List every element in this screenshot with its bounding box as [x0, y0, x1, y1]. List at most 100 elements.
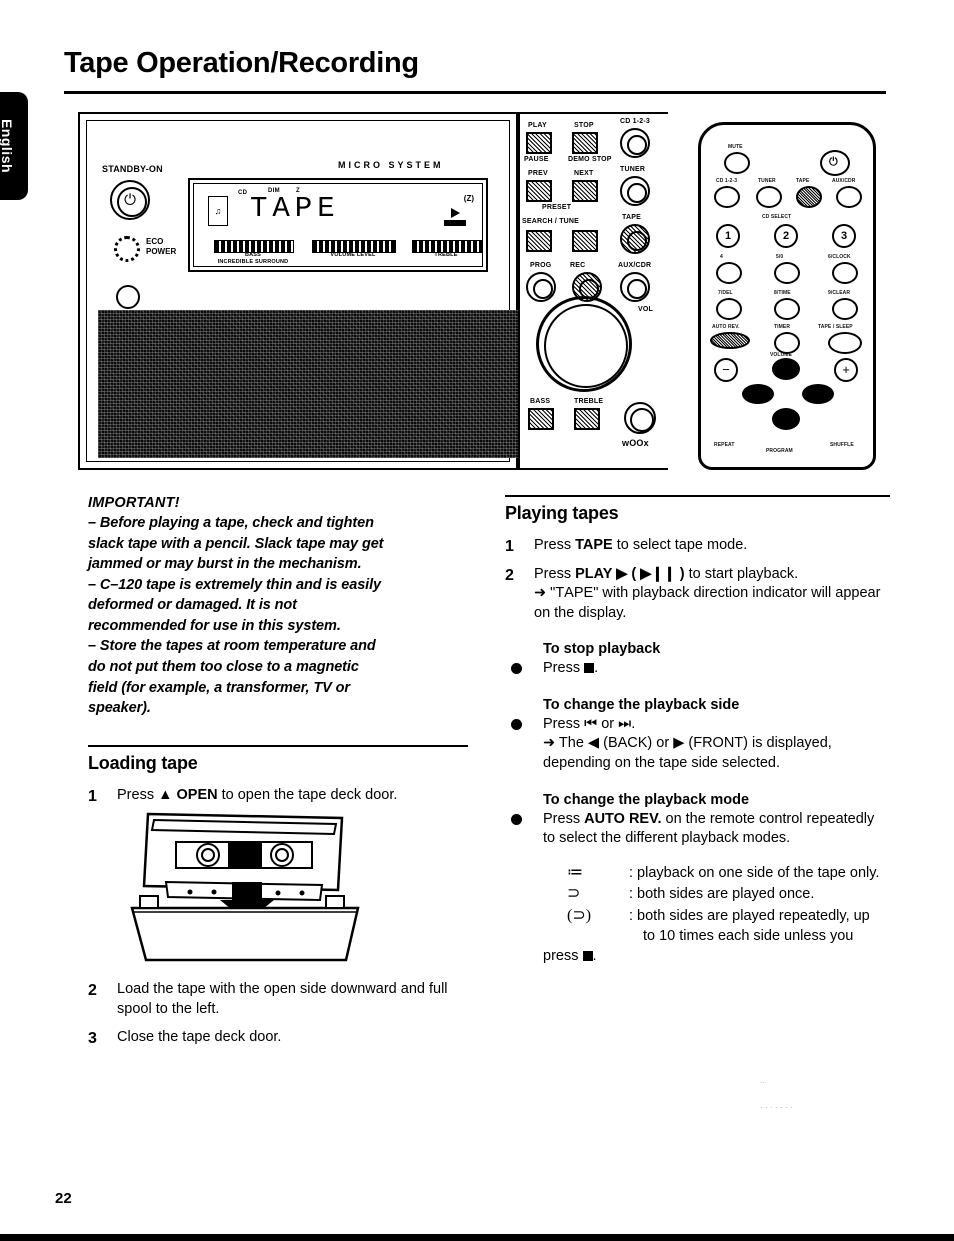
bullet-icon [511, 663, 522, 675]
remote-play-button[interactable] [772, 408, 800, 430]
step-text-post: to open the tape deck door. [221, 786, 398, 803]
auto-rev-key-label: AUTO REV. [584, 810, 662, 827]
important-body: – Before playing a tape, check and tight… [88, 513, 468, 719]
loading-tape-heading: Loading tape [88, 752, 198, 773]
remote-tape-button[interactable] [796, 186, 822, 208]
aux-cdr-button[interactable] [620, 272, 650, 302]
loading-tape-steps: 1 Press ▲ OPEN to open the tape deck doo… [88, 786, 468, 806]
remote-disc-3-button[interactable]: 3 [832, 224, 856, 248]
remote-key-8-button[interactable] [774, 298, 800, 320]
remote-key-5-button[interactable] [774, 262, 800, 284]
prev-track-icon: ⏮ [584, 715, 598, 732]
timer-button[interactable] [774, 332, 800, 354]
remote-key-6-label: 6/CLOCK [828, 254, 851, 260]
one-side-mode-text: : playback on one side of the tape only. [629, 864, 880, 881]
stop-playback-heading: To stop playback [543, 641, 661, 658]
both-sides-repeat-icon: (⊃) [567, 907, 592, 925]
remote-disc-2-button[interactable]: 2 [774, 224, 798, 248]
mode-footer-post: . [592, 948, 597, 965]
step-text-post: to select tape mode. [616, 537, 748, 553]
remote-mute-button[interactable] [724, 152, 750, 174]
important-line: – C–120 tape is extremely thin and is ea… [88, 576, 381, 593]
next-button[interactable] [572, 180, 598, 202]
step-number: 2 [505, 566, 514, 584]
loading-step: 1 Press ▲ OPEN to open the tape deck doo… [88, 786, 468, 806]
mode-text-pre: Press [543, 810, 581, 827]
remote-shuffle-label: SHUFFLE [830, 442, 854, 448]
step-number: 3 [88, 1030, 97, 1048]
volume-knob[interactable] [536, 296, 632, 392]
prev-button[interactable] [526, 180, 552, 202]
remote-cd-button[interactable] [714, 186, 740, 208]
remote-key-6-button[interactable] [832, 262, 858, 284]
play-button[interactable] [526, 132, 552, 154]
sleep-button[interactable] [828, 332, 862, 354]
remote-up-button[interactable] [772, 358, 800, 380]
language-tab: English [0, 92, 28, 200]
tape-button[interactable] [620, 224, 650, 254]
both-sides-repeat-text: : both sides are played repeatedly, up t… [629, 906, 890, 946]
loading-tape-divider [88, 744, 468, 747]
playing-step-2: 2 Press PLAY ▶ ( ▶❙❙ ) to start playback… [505, 565, 890, 624]
playback-direction-icon [451, 208, 460, 218]
one-side-mode-icon: ≔ [567, 863, 583, 881]
remote-tuner-button[interactable] [756, 186, 782, 208]
auto-rev-button[interactable] [710, 332, 750, 349]
step-text-pre: Press [534, 537, 572, 553]
play-label: PLAY [528, 122, 547, 129]
volume-down-button[interactable]: − [714, 358, 738, 382]
woox-knob[interactable] [624, 402, 656, 434]
change-mode-heading: To change the playback mode [543, 791, 750, 808]
volume-up-button[interactable]: + [834, 358, 858, 382]
lcd-corner-indicator: (Z) [463, 194, 474, 203]
treble-control-label: TREBLE [574, 398, 604, 405]
vol-label: VOL [638, 306, 653, 313]
cassette-loading-diagram [110, 808, 410, 966]
stop-button[interactable] [572, 132, 598, 154]
remote-disc-1-button[interactable]: 1 [716, 224, 740, 248]
stop-square-icon [582, 951, 593, 962]
remote-prev-button[interactable] [742, 384, 774, 404]
cd-123-label: CD 1-2-3 [620, 118, 650, 125]
step-text: Close the tape deck door. [117, 1029, 282, 1046]
important-line: speaker). [88, 700, 151, 717]
step-text-pre: Press [534, 565, 572, 582]
bass-button[interactable] [528, 408, 554, 430]
remote-aux-button[interactable] [836, 186, 862, 208]
bass-bar-label: BASS [244, 252, 262, 258]
both-sides-repeat-line2: to 10 times each side unless you [643, 928, 854, 945]
both-sides-repeat-line1: : both sides are played repeatedly, up [629, 908, 870, 925]
aux-cdr-label: AUX/CDR [618, 262, 652, 269]
stop-text-post: . [594, 660, 599, 677]
title-divider [64, 91, 886, 94]
search-down-button[interactable] [526, 230, 552, 252]
step-text-post: to start playback. [688, 565, 799, 582]
remote-tape-label: TAPE [796, 178, 810, 184]
cd-123-button[interactable] [620, 128, 650, 158]
scan-artifact: . . . . . . . [760, 1100, 793, 1110]
important-line: deformed or damaged. It is not [88, 597, 297, 614]
prog-button[interactable] [526, 272, 556, 302]
remote-key-7-button[interactable] [716, 298, 742, 320]
important-line: – Store the tapes at room temperature an… [88, 638, 376, 655]
search-up-button[interactable] [572, 230, 598, 252]
power-icon: ⏻ [829, 156, 838, 168]
side-text-mid: or [601, 715, 615, 732]
page-number: 22 [55, 1190, 72, 1207]
lcd-display-inner: ♫ CD DIM Z TAPE (Z) BASS INCREDIBLE SURR… [193, 183, 483, 267]
remote-next-button[interactable] [802, 384, 834, 404]
tape-key-label: TAPE [575, 537, 613, 553]
next-label: NEXT [574, 170, 594, 177]
treble-button[interactable] [574, 408, 600, 430]
ir-sensor [116, 285, 140, 309]
tuner-button[interactable] [620, 176, 650, 206]
lcd-main-text: TAPE [250, 192, 340, 225]
bass-control-label: BASS [530, 398, 551, 405]
remote-control: MUTE ⏻ CD 1-2-3 TUNER TAPE AUX/CDR CD SE… [698, 122, 876, 470]
tuner-label: TUNER [620, 166, 646, 173]
remote-key-9-button[interactable] [832, 298, 858, 320]
remote-key-4-button[interactable] [716, 262, 742, 284]
incredible-surround-label: INCREDIBLE SURROUND [217, 259, 289, 265]
playback-mode-list: ≔ : playback on one side of the tape onl… [567, 863, 890, 947]
standby-on-button[interactable]: ⏻ [110, 180, 150, 220]
